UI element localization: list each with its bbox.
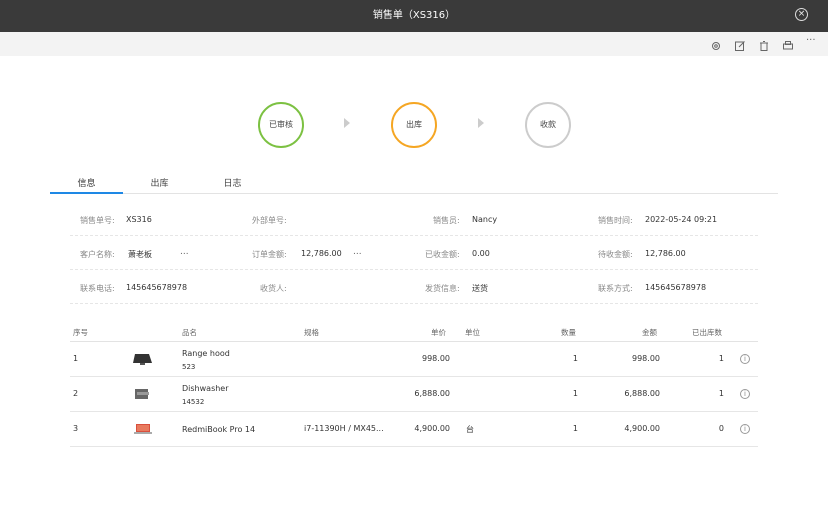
table-row[interactable]: 1 Range hood 523 998.00 1 998.00 1 i — [70, 342, 758, 377]
sale-time-label: 销售时间: — [598, 216, 633, 225]
laptop-thumbnail — [134, 424, 152, 434]
col-spec: 规格 — [304, 328, 319, 337]
row-index: 2 — [73, 389, 79, 398]
amount: 4,900.00 — [624, 424, 660, 433]
dishwasher-thumbnail — [135, 389, 149, 399]
info-icon[interactable]: i — [740, 389, 750, 399]
col-outbound: 已出库数 — [692, 328, 722, 337]
row-index: 3 — [73, 424, 79, 433]
unit: 台 — [466, 425, 474, 434]
outbound-count: 1 — [718, 389, 724, 398]
order-amount-value: 12,786.00 — [301, 249, 342, 258]
settings-icon[interactable] — [710, 37, 724, 51]
info-row-1: 销售单号: XS316 外部单号: 销售员: Nancy 销售时间: 2022-… — [70, 202, 758, 236]
info-row-3: 联系电话: 145645678978 收货人: 发货信息: 送货 联系方式: 1… — [70, 270, 758, 304]
contact-value: 145645678978 — [645, 283, 707, 292]
product-name: Range hood — [182, 349, 230, 358]
product-name: RedmiBook Pro 14 — [182, 425, 256, 434]
col-amount: 金额 — [642, 328, 657, 337]
shipping-value: 送货 — [472, 284, 488, 293]
contact-label: 联系方式: — [598, 284, 633, 293]
tab-outbound[interactable]: 出库 — [123, 176, 196, 194]
unit-price: 6,888.00 — [414, 389, 450, 398]
step-payment: 收款 — [525, 102, 571, 148]
tab-bar: 信息 出库 日志 — [50, 176, 778, 194]
quantity: 1 — [572, 354, 578, 363]
product-code: 14532 — [182, 398, 205, 406]
sale-time-value: 2022-05-24 09:21 — [645, 215, 718, 224]
unit-price: 998.00 — [422, 354, 450, 363]
product-code: 523 — [182, 363, 196, 371]
col-price: 单价 — [431, 328, 446, 337]
received-value: 0.00 — [472, 249, 490, 258]
quantity: 1 — [572, 389, 578, 398]
order-no-value: XS316 — [126, 215, 152, 224]
arrow-right-icon — [344, 118, 350, 128]
step-approved: 已审核 — [258, 102, 304, 148]
print-icon[interactable] — [782, 37, 796, 51]
delete-icon[interactable] — [758, 37, 772, 51]
outbound-count: 0 — [718, 424, 724, 433]
amount: 998.00 — [632, 354, 660, 363]
salesperson-label: 销售员: — [433, 216, 460, 225]
salesperson-value: Nancy — [472, 215, 498, 224]
outbound-count: 1 — [718, 354, 724, 363]
receiver-label: 收货人: — [260, 284, 287, 293]
shipping-label: 发货信息: — [425, 284, 460, 293]
window-title: 销售单（XS316） — [372, 10, 456, 21]
more-icon[interactable]: ··· — [806, 35, 820, 49]
external-no-label: 外部单号: — [252, 216, 287, 225]
quantity: 1 — [572, 424, 578, 433]
received-label: 已收金额: — [425, 250, 460, 259]
unit-price: 4,900.00 — [414, 424, 450, 433]
info-icon[interactable]: i — [740, 354, 750, 364]
col-name: 品名 — [182, 328, 197, 337]
table-row[interactable]: 3 RedmiBook Pro 14 i7-11390H / MX45... 4… — [70, 412, 758, 447]
order-no-label: 销售单号: — [80, 216, 115, 225]
range-hood-thumbnail — [133, 354, 152, 365]
product-spec: i7-11390H / MX45... — [304, 424, 384, 433]
toolbar: ··· — [0, 32, 828, 56]
phone-label: 联系电话: — [80, 284, 115, 293]
table-row[interactable]: 2 Dishwasher 14532 6,888.00 1 6,888.00 1… — [70, 377, 758, 412]
close-icon[interactable]: × — [795, 8, 808, 21]
tab-log[interactable]: 日志 — [196, 176, 269, 194]
pending-label: 待收金额: — [598, 250, 633, 259]
edit-icon[interactable] — [734, 37, 748, 51]
arrow-right-icon — [478, 118, 484, 128]
step-outbound: 出库 — [391, 102, 437, 148]
pending-value: 12,786.00 — [645, 249, 686, 258]
customer-label: 客户名称: — [80, 250, 115, 259]
info-icon[interactable]: i — [740, 424, 750, 434]
amount: 6,888.00 — [624, 389, 660, 398]
order-amount-label: 订单金额: — [252, 250, 287, 259]
product-name: Dishwasher — [182, 384, 229, 393]
phone-value: 145645678978 — [126, 283, 188, 292]
window-titlebar: 销售单（XS316） × — [0, 0, 828, 32]
amount-more-button[interactable]: ... — [353, 247, 362, 257]
tab-info[interactable]: 信息 — [50, 176, 123, 194]
info-row-2: 客户名称: 萧老板 ... 订单金额: 12,786.00 ... 已收金额: … — [70, 236, 758, 270]
customer-more-button[interactable]: ... — [180, 247, 189, 257]
col-index: 序号 — [73, 328, 88, 337]
col-qty: 数量 — [561, 328, 576, 337]
row-index: 1 — [73, 354, 79, 363]
customer-value: 萧老板 — [128, 250, 152, 259]
col-unit: 单位 — [465, 328, 480, 337]
table-header: 序号 品名 规格 单价 单位 数量 金额 已出库数 — [70, 322, 758, 342]
